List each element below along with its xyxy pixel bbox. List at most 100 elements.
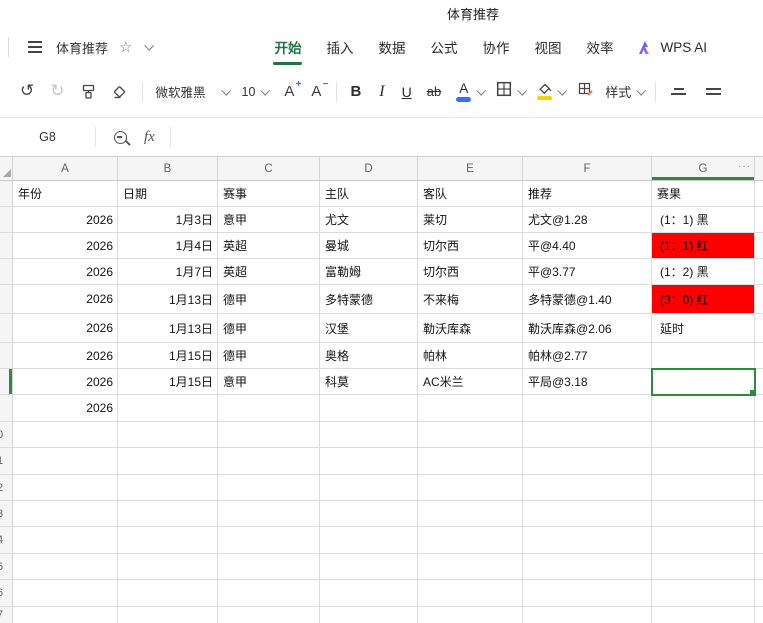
cell[interactable]: 德甲: [218, 285, 320, 314]
row-header[interactable]: 3: [0, 501, 13, 527]
row-header[interactable]: 2: [0, 475, 13, 501]
row-header[interactable]: [0, 395, 13, 422]
column-header-b[interactable]: B: [118, 157, 218, 181]
cell[interactable]: [118, 580, 218, 607]
cell[interactable]: [418, 448, 523, 475]
cell[interactable]: 2026: [13, 207, 118, 233]
cell[interactable]: [13, 475, 118, 501]
cell[interactable]: [755, 314, 763, 343]
cell[interactable]: [218, 580, 320, 607]
cell[interactable]: [652, 448, 755, 475]
cell[interactable]: [755, 259, 763, 285]
row-header[interactable]: [0, 285, 13, 314]
cell[interactable]: 2026: [13, 314, 118, 343]
cell[interactable]: [13, 501, 118, 527]
cell[interactable]: [523, 607, 652, 623]
cell[interactable]: 意甲: [218, 207, 320, 233]
borders-dropdown[interactable]: [496, 81, 528, 102]
cell[interactable]: 多特蒙德: [320, 285, 418, 314]
cell[interactable]: [418, 501, 523, 527]
increase-font-size-button[interactable]: A +: [284, 79, 301, 100]
favorite-star-icon[interactable]: ☆: [119, 40, 132, 55]
underline-button[interactable]: U: [402, 84, 412, 100]
cell[interactable]: [523, 422, 652, 448]
cell[interactable]: 曼城: [320, 233, 418, 259]
cell[interactable]: [755, 448, 763, 475]
decrease-font-size-button[interactable]: A −: [311, 79, 328, 100]
cell[interactable]: [755, 285, 763, 314]
cell[interactable]: [118, 448, 218, 475]
cell[interactable]: 推荐: [523, 181, 652, 207]
cell[interactable]: [652, 343, 755, 369]
cell[interactable]: [418, 607, 523, 623]
row-header[interactable]: 6: [0, 580, 13, 607]
cell[interactable]: [118, 554, 218, 580]
cell[interactable]: [320, 501, 418, 527]
font-name-dropdown[interactable]: 微软雅黑: [156, 82, 231, 101]
fill-color-dropdown[interactable]: [537, 83, 568, 101]
cell[interactable]: [118, 395, 218, 422]
cell[interactable]: 1月15日: [118, 369, 218, 395]
cell[interactable]: 奥格: [320, 343, 418, 369]
cell[interactable]: [755, 369, 763, 395]
cell[interactable]: 赛果: [652, 181, 755, 207]
insert-function-fx-icon[interactable]: fx: [144, 129, 155, 146]
cell[interactable]: [320, 554, 418, 580]
row-header[interactable]: [0, 314, 13, 343]
tab-formulas[interactable]: 公式: [429, 28, 458, 66]
cell[interactable]: [755, 501, 763, 527]
cell[interactable]: 2026: [13, 259, 118, 285]
cell[interactable]: [320, 422, 418, 448]
cell[interactable]: [118, 501, 218, 527]
cell[interactable]: 2026: [13, 395, 118, 422]
cell[interactable]: (1：2) 黑: [652, 259, 755, 285]
column-header-g[interactable]: G ···: [652, 157, 755, 181]
cell[interactable]: 德甲: [218, 343, 320, 369]
cell[interactable]: (3：0) 红: [652, 285, 755, 314]
cell[interactable]: 英超: [218, 233, 320, 259]
cell[interactable]: [118, 607, 218, 623]
cell[interactable]: 1月4日: [118, 233, 218, 259]
cell[interactable]: 切尔西: [418, 233, 523, 259]
cell[interactable]: 莱切: [418, 207, 523, 233]
cell[interactable]: [320, 527, 418, 554]
cell[interactable]: 日期: [118, 181, 218, 207]
document-chevron-down-icon[interactable]: [144, 40, 155, 51]
cell[interactable]: [523, 554, 652, 580]
cell[interactable]: [652, 554, 755, 580]
column-header-e[interactable]: E: [418, 157, 523, 181]
select-all-corner[interactable]: [0, 157, 13, 181]
cell[interactable]: 1月13日: [118, 314, 218, 343]
cell[interactable]: [13, 607, 118, 623]
cell[interactable]: [418, 580, 523, 607]
cell[interactable]: [218, 448, 320, 475]
cell[interactable]: [13, 422, 118, 448]
cell[interactable]: [755, 343, 763, 369]
cell[interactable]: 1月3日: [118, 207, 218, 233]
row-header[interactable]: [0, 181, 13, 207]
cell[interactable]: 平局@3.18: [523, 369, 652, 395]
cell[interactable]: [320, 395, 418, 422]
align-left-icon[interactable]: [706, 87, 722, 96]
cell[interactable]: [418, 554, 523, 580]
cell[interactable]: 帕林@2.77: [523, 343, 652, 369]
row-header[interactable]: [0, 207, 13, 233]
format-painter-icon[interactable]: [80, 83, 97, 100]
cell[interactable]: [320, 607, 418, 623]
column-header-partial[interactable]: [755, 157, 763, 181]
cell[interactable]: 多特蒙德@1.40: [523, 285, 652, 314]
cell[interactable]: 1月15日: [118, 343, 218, 369]
cell[interactable]: 2026: [13, 285, 118, 314]
cell[interactable]: 1月13日: [118, 285, 218, 314]
cell[interactable]: 尤文@1.28: [523, 207, 652, 233]
cell[interactable]: [652, 501, 755, 527]
row-header[interactable]: 0: [0, 422, 13, 448]
cell[interactable]: [755, 422, 763, 448]
cell[interactable]: 汉堡: [320, 314, 418, 343]
tab-view[interactable]: 视图: [533, 28, 562, 66]
wps-ai-button[interactable]: WPS AI: [637, 40, 707, 55]
row-header[interactable]: 5: [0, 554, 13, 580]
cell[interactable]: 意甲: [218, 369, 320, 395]
cell[interactable]: [418, 527, 523, 554]
cell[interactable]: [652, 475, 755, 501]
